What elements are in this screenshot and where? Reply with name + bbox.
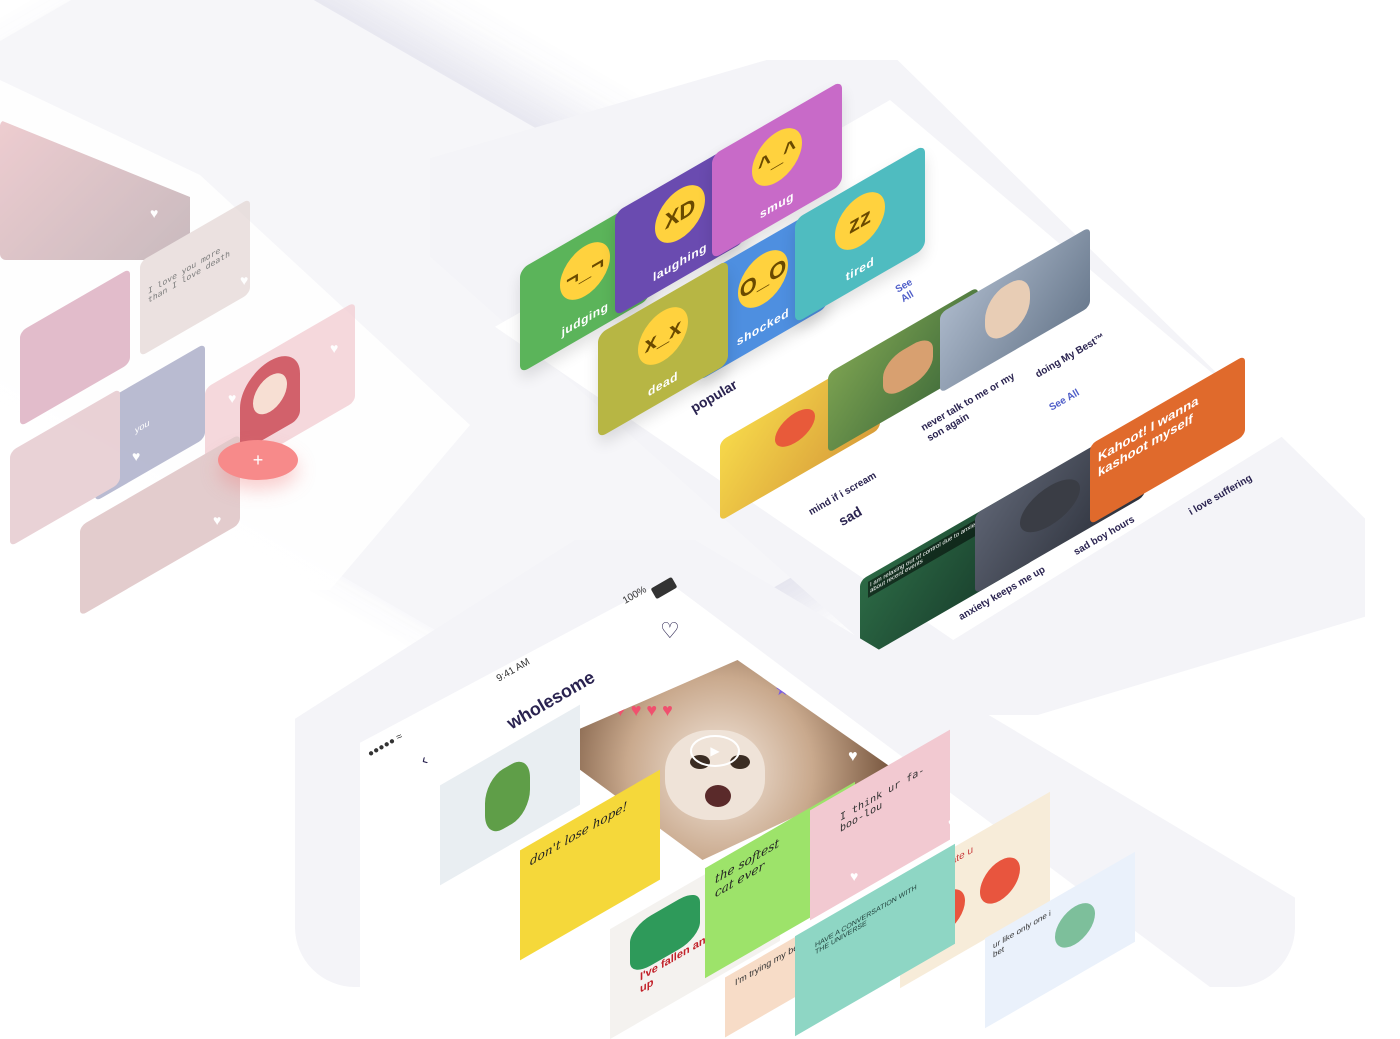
- add-button[interactable]: +: [218, 440, 298, 480]
- heart-icon[interactable]: ♥: [330, 340, 338, 356]
- left-meme-grid: ♥ I love you more than I love death ♥ ♥ …: [0, 100, 360, 617]
- heart-icon[interactable]: ♥: [132, 448, 140, 464]
- heart-outline-icon[interactable]: ♡: [660, 618, 680, 644]
- left-meme-tile[interactable]: [0, 120, 190, 260]
- plus-icon: +: [252, 449, 264, 470]
- heart-icon[interactable]: ♥: [213, 512, 221, 528]
- judging-emoji-icon: ¬_¬: [560, 231, 610, 311]
- heart-icon[interactable]: ♥: [228, 390, 236, 406]
- tired-emoji-icon: zz: [835, 181, 885, 261]
- meme-text: you: [135, 417, 150, 436]
- dead-emoji-icon: x_x: [638, 296, 688, 376]
- laughing-emoji-icon: XD: [655, 174, 705, 254]
- heart-icon[interactable]: ♥: [850, 868, 858, 884]
- shocked-emoji-icon: O_O: [738, 239, 788, 319]
- heart-icon[interactable]: ♥: [150, 205, 158, 221]
- heart-icon[interactable]: ♥: [848, 748, 858, 766]
- smug-emoji-icon: ^_^: [752, 117, 802, 197]
- play-icon[interactable]: ▶: [690, 735, 740, 767]
- heart-icon[interactable]: ♥: [240, 272, 248, 288]
- heart-icon[interactable]: ♥: [948, 815, 956, 831]
